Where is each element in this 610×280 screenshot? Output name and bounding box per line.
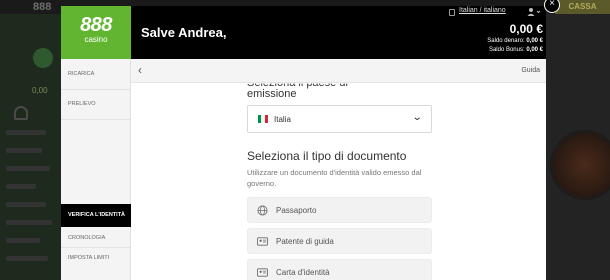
- identity-verification-content: Seleziona il paese di emissione Italia ⌄…: [131, 83, 546, 280]
- background-menu-line: [6, 256, 48, 261]
- background-menu-line: [6, 130, 46, 135]
- document-option-passaporto[interactable]: Passaporto: [247, 197, 432, 223]
- italy-flag-icon: [258, 115, 268, 123]
- saldo-bonus-label: Saldo Bonus:: [488, 47, 525, 53]
- saldo-bonus-value: 0,00 €: [526, 47, 543, 53]
- document-option-label: Patente di guida: [276, 237, 334, 246]
- sub-navigation-bar: ‹ Guida: [131, 59, 546, 83]
- modal-header: 888 casino Salve Andrea, Italian / itali…: [61, 6, 546, 59]
- sidebar-divider: [61, 89, 131, 90]
- globe-icon: [257, 205, 268, 216]
- sidebar-divider: [61, 119, 131, 120]
- background-logo: 888: [33, 1, 52, 13]
- country-select-value: Italia: [274, 115, 291, 124]
- saldo-bonus: Saldo Bonus: 0,00 €: [489, 47, 543, 53]
- background-cassa-button: CASSA: [555, 0, 610, 14]
- brand-logo: 888 casino: [61, 6, 131, 59]
- background-menu-line: [6, 166, 50, 171]
- sidebar-item-imposta-limiti[interactable]: IMPOSTA LIMITI: [61, 255, 131, 261]
- document-type-description: Utilizzare un documento d'identità valid…: [247, 168, 422, 188]
- sidebar-item-cronologia[interactable]: CRONOLOGIA: [61, 235, 131, 241]
- document-option-label: Carta d'identità: [276, 268, 330, 277]
- background-roulette-wheel: [550, 130, 610, 200]
- country-select[interactable]: Italia ⌄: [247, 105, 432, 133]
- background-menu-line: [6, 184, 36, 189]
- background-menu-line: [6, 202, 46, 207]
- user-icon: [527, 8, 541, 16]
- back-arrow-icon[interactable]: ‹: [138, 63, 142, 77]
- country-heading: emissione: [247, 88, 297, 100]
- header-balance: 0,00 €: [509, 22, 543, 36]
- background-menu-line: [6, 238, 40, 243]
- saldo-denaro-value: 0,00 €: [526, 38, 543, 44]
- guide-link[interactable]: Guida: [521, 67, 540, 74]
- background-balance: 0,00: [32, 86, 48, 95]
- document-option-patente[interactable]: Patente di guida: [247, 228, 432, 254]
- sidebar-item-ricarica[interactable]: RICARICA: [61, 71, 131, 77]
- document-option-carta-identita[interactable]: Carta d'identità: [247, 259, 432, 280]
- document-type-title: Seleziona il tipo di documento: [247, 149, 407, 163]
- saldo-denaro-label: Saldo denaro:: [487, 38, 525, 44]
- document-option-label: Passaporto: [276, 206, 317, 215]
- sidebar-item-verifica-identita[interactable]: VERIFICA L'IDENTITÀ: [61, 204, 131, 227]
- background-menu-line: [6, 148, 42, 153]
- logo-text: 888: [80, 14, 112, 36]
- id-card-icon: [257, 268, 268, 277]
- background-menu-line: [6, 220, 52, 225]
- language-selector[interactable]: Italian / italiano: [459, 7, 506, 14]
- sidebar-divider: [61, 247, 131, 248]
- id-card-icon: [257, 237, 268, 246]
- chevron-down-icon: ⌄: [411, 112, 423, 123]
- cashier-sidebar: RICARICA PRELIEVO VERIFICA L'IDENTITÀ CR…: [61, 59, 131, 280]
- user-menu-icon[interactable]: [527, 7, 541, 18]
- bell-icon: [14, 106, 28, 120]
- background-avatar: [33, 48, 53, 68]
- cashier-modal: 888 casino Salve Andrea, Italian / itali…: [61, 6, 546, 280]
- sidebar-item-prelievo[interactable]: PRELIEVO: [61, 101, 131, 107]
- logo-subtext: casino: [84, 35, 108, 44]
- saldo-denaro: Saldo denaro: 0,00 €: [487, 38, 543, 44]
- greeting-text: Salve Andrea,: [141, 25, 227, 40]
- background-left-panel: 0,00: [0, 14, 62, 280]
- lock-icon: [449, 9, 455, 16]
